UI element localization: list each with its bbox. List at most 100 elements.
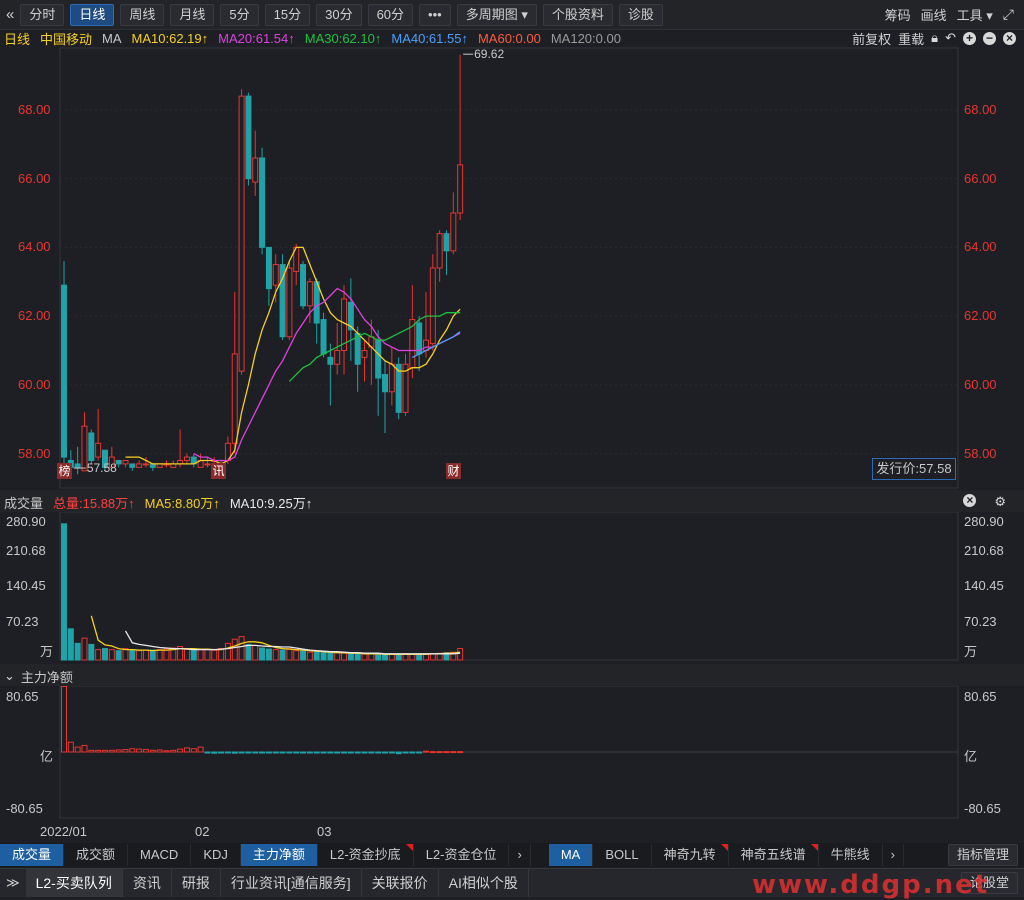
candle-body	[204, 463, 211, 466]
candle-body	[245, 95, 252, 180]
flow-bar	[61, 686, 67, 753]
flow-bar	[286, 751, 293, 754]
indicator-tab-tabs_right-4[interactable]: 牛熊线	[819, 844, 883, 866]
bottom-tab-4[interactable]: 关联报价	[362, 869, 439, 897]
candle-body	[136, 463, 143, 468]
flow-axis-left-0: 80.65	[6, 689, 39, 704]
candle-body	[259, 157, 266, 248]
volume-bar	[190, 649, 197, 661]
flow-bar	[142, 749, 149, 753]
flow-bar	[341, 751, 348, 754]
indicator-manage-button[interactable]: 指标管理	[947, 844, 1018, 866]
candle-body	[286, 267, 293, 338]
volume-bar	[156, 649, 163, 661]
tabs-right-more-button[interactable]: ›	[883, 844, 904, 866]
flow-bar	[136, 748, 143, 753]
flow-bar	[108, 749, 115, 753]
marker-bang[interactable]: 榜	[57, 463, 72, 479]
x-axis-label-mar: 03	[317, 824, 332, 839]
bottom-tab-3[interactable]: 行业资讯[通信服务]	[221, 869, 362, 897]
flow-bar	[354, 751, 361, 754]
indicator-tab-tabs_right-3[interactable]: 神奇五线谱	[729, 844, 819, 866]
indicator-tab-tabs_left-3[interactable]: KDJ	[191, 844, 241, 866]
x-axis-label-feb: 02	[195, 824, 210, 839]
bottom-tab-2[interactable]: 研报	[172, 869, 221, 897]
flow-bar	[204, 751, 211, 754]
candle-body	[450, 212, 457, 252]
candle-body	[252, 157, 259, 183]
chart-canvas[interactable]: 69.62 57.58	[0, 0, 1024, 843]
price-axis-r-3: 62.00	[964, 308, 997, 324]
candle-body	[142, 463, 149, 466]
indicator-tab-tabs_left-0[interactable]: 成交量	[0, 844, 65, 866]
volume-bar	[395, 654, 402, 661]
bottom-tab-5[interactable]: AI相似个股	[439, 869, 529, 897]
volume-ma5: MA5:8.80万↑	[144, 495, 220, 511]
vol-ma5-line	[90, 615, 461, 655]
volume-bar	[61, 523, 67, 661]
volume-bar	[429, 653, 436, 661]
indicator-tab-tabs_left-1[interactable]: 成交额	[64, 844, 129, 866]
indicator-tab-tabs_left-2[interactable]: MACD	[128, 844, 192, 866]
candle-body	[61, 284, 67, 458]
flow-bar	[313, 751, 320, 754]
flow-bar	[457, 751, 464, 754]
candle-body	[88, 432, 95, 461]
volume-bar	[95, 649, 102, 661]
flow-bar	[327, 751, 334, 754]
volume-bar	[341, 652, 348, 661]
volume-bar	[293, 650, 300, 661]
flow-bar	[252, 751, 259, 754]
expand-icon[interactable]: ≫	[0, 875, 26, 891]
volume-bar	[422, 653, 429, 661]
flow-bar	[81, 744, 88, 753]
indicator-tab-label: 神奇五线谱	[740, 847, 806, 862]
indicator-tab-label: L2-资金仓位	[425, 847, 497, 862]
indicator-tab-tabs_right-2[interactable]: 神奇九转	[652, 844, 729, 866]
candle-body	[361, 350, 368, 358]
volume-bar	[320, 652, 327, 661]
bottom-tab-0[interactable]: L2-买卖队列	[25, 869, 123, 897]
volume-bar	[183, 648, 190, 661]
price-axis-l-1: 66.00	[18, 170, 51, 186]
price-axis-r-5: 58.00	[964, 445, 997, 461]
indicator-tab-label: KDJ	[203, 847, 228, 862]
indicator-tab-tabs_left-4[interactable]: 主力净额	[240, 844, 318, 866]
volume-bar	[259, 647, 266, 661]
volume-bar	[265, 648, 272, 661]
marker-cai[interactable]: 财	[446, 463, 461, 479]
flow-bar	[395, 751, 402, 755]
close-panel-icon[interactable]: ×	[963, 494, 977, 507]
flow-bar	[279, 751, 286, 754]
volume-bar	[231, 638, 238, 661]
volume-bar	[224, 642, 231, 661]
bottom-tab-1[interactable]: 资讯	[123, 869, 172, 897]
flow-bar	[149, 749, 156, 753]
indicator-tab-label: 主力净额	[252, 847, 305, 862]
indicator-tab-label: L2-资金抄底	[329, 847, 401, 862]
candle-body	[375, 339, 382, 379]
price-panel-frame	[59, 47, 959, 489]
marker-xun[interactable]: 讯	[211, 463, 226, 479]
candle-body	[429, 267, 436, 345]
indicator-tab-tabs_left-6[interactable]: L2-资金仓位	[414, 844, 510, 866]
tabs-more-button[interactable]: ›	[509, 844, 531, 866]
volume-bar	[218, 648, 225, 661]
indicator-tab-tabs_right-0[interactable]: MA	[548, 844, 594, 866]
collapse-icon[interactable]: ⌄	[4, 668, 15, 684]
vol-axis-right-2: 140.45	[964, 578, 1004, 593]
flow-panel-title: ⌄ 主力净额	[0, 666, 1024, 686]
high-label: 69.62	[474, 47, 504, 61]
indicator-tab-tabs_left-5[interactable]: L2-资金抄底	[318, 844, 414, 866]
price-axis-l-2: 64.00	[18, 239, 51, 255]
volume-bar	[204, 649, 211, 661]
volume-bar	[129, 649, 136, 661]
candle-body	[334, 350, 341, 365]
flow-bar	[259, 751, 266, 754]
indicator-tab-tabs_right-1[interactable]: BOLL	[593, 844, 652, 866]
flow-bar	[101, 749, 108, 753]
volume-bar	[457, 648, 464, 661]
settings-icon[interactable]: ⚙	[994, 494, 1006, 510]
volume-bar	[279, 649, 286, 661]
flow-bar	[347, 751, 354, 754]
